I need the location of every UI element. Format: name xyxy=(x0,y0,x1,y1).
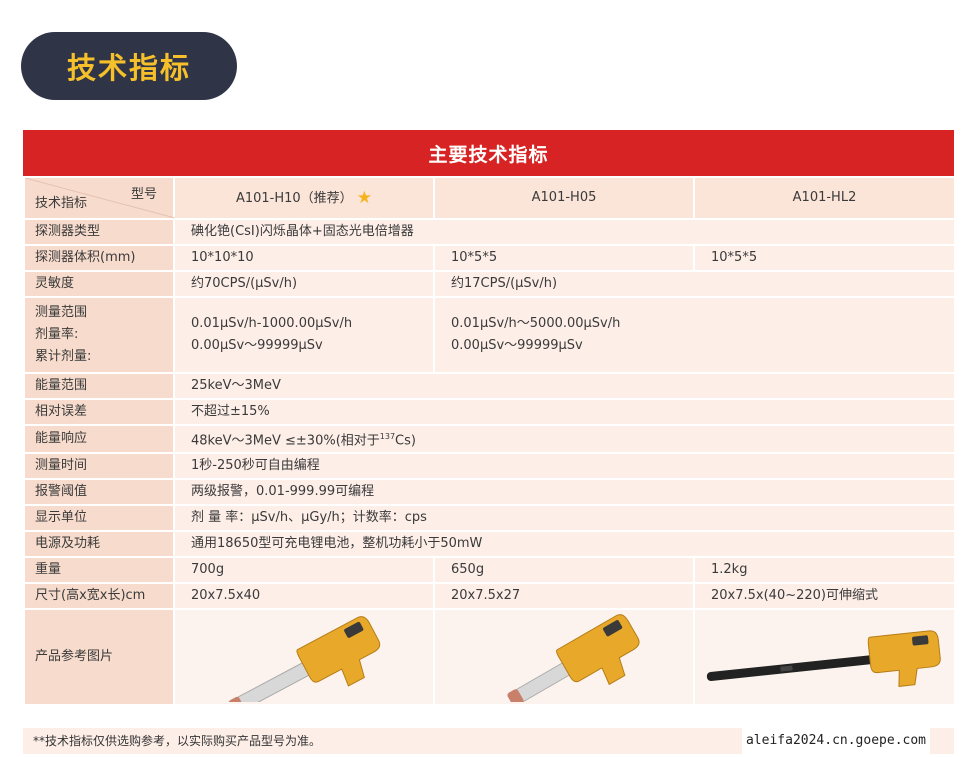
table-row: 尺寸(高x宽x长)cm 20x7.5x40 20x7.5x27 20x7.5x(… xyxy=(23,582,956,611)
row-value: 650g xyxy=(433,556,695,585)
table-row: 探测器类型 碘化铯(CsI)闪烁晶体+固态光电倍增器 xyxy=(23,218,956,246)
detector-h10-image xyxy=(228,616,381,703)
row-value: 1.2kg xyxy=(693,556,956,585)
table-row: 测量时间 1秒-250秒可自由编程 xyxy=(23,452,956,481)
model-hl2: A101-HL2 xyxy=(693,176,956,220)
row-label: 显示单位 xyxy=(23,504,175,533)
corner-top-label: 型号 xyxy=(130,187,157,202)
row-value: 10*10*10 xyxy=(173,244,435,272)
row-label: 尺寸(高x宽x长)cm xyxy=(23,582,175,611)
product-image-h05 xyxy=(433,608,695,707)
corner-cell: 型号 技术指标 xyxy=(23,176,175,220)
table-row: 产品参考图片 xyxy=(23,608,956,707)
row-label: 探测器体积(mm) xyxy=(23,244,175,272)
footer-bar: **技术指标仅供选购参考，以实际购买产品型号为准。 aleifa2024.cn.… xyxy=(23,728,954,754)
table-row: 灵敏度 约70CPS/(μSv/h) 约17CPS/(μSv/h) xyxy=(23,270,956,298)
table-row: 电源及功耗 通用18650型可充电锂电池，整机功耗小于50mW xyxy=(23,530,956,559)
row-label: 测量范围 剂量率: 累计剂量: xyxy=(23,296,175,374)
table-title: 主要技术指标 xyxy=(23,130,954,176)
model-h10: A101-H10（推荐） ★ xyxy=(173,176,435,220)
row-value: 约70CPS/(μSv/h) xyxy=(173,270,435,298)
table-row: 重量 700g 650g 1.2kg xyxy=(23,556,956,585)
row-value: 剂 量 率：μSv/h、μGy/h；计数率：cps xyxy=(173,504,956,533)
row-label: 测量时间 xyxy=(23,452,175,481)
table-row: 探测器体积(mm) 10*10*10 10*5*5 10*5*5 xyxy=(23,244,956,272)
row-label: 探测器类型 xyxy=(23,218,175,246)
detector-hl2-image xyxy=(706,630,941,688)
row-label: 灵敏度 xyxy=(23,270,175,298)
row-value: 0.01μSv/h-1000.00μSv/h 0.00μSv～99999μSv xyxy=(173,296,435,374)
row-value: 0.01μSv/h～5000.00μSv/h 0.00μSv～99999μSv xyxy=(433,296,956,374)
row-value: 48keV～3MeV ≤±30%(相对于137Cs) xyxy=(173,423,956,455)
header-row: 型号 技术指标 A101-H10（推荐） ★ A101-H05 A101-HL2 xyxy=(23,176,956,220)
table-row: 报警阈值 两级报警，0.01-999.99可编程 xyxy=(23,478,956,507)
row-value: 1秒-250秒可自由编程 xyxy=(173,452,956,481)
row-label: 电源及功耗 xyxy=(23,530,175,559)
row-label: 报警阈值 xyxy=(23,478,175,507)
table-row: 能量响应 48keV～3MeV ≤±30%(相对于137Cs) xyxy=(23,423,956,455)
row-label: 能量响应 xyxy=(23,423,175,455)
detector-h05-image xyxy=(507,614,640,703)
table-row: 能量范围 25keV～3MeV xyxy=(23,372,956,400)
row-label: 相对误差 xyxy=(23,398,175,426)
row-label: 重量 xyxy=(23,556,175,585)
table-row: 显示单位 剂 量 率：μSv/h、μGy/h；计数率：cps xyxy=(23,504,956,533)
footer-note: **技术指标仅供选购参考，以实际购买产品型号为准。 xyxy=(33,734,322,748)
row-value: 约17CPS/(μSv/h) xyxy=(433,270,956,298)
row-label: 产品参考图片 xyxy=(23,608,175,707)
row-value: 700g xyxy=(173,556,435,585)
product-image-h10 xyxy=(173,608,435,707)
row-value: 碘化铯(CsI)闪烁晶体+固态光电倍增器 xyxy=(173,218,956,246)
section-title: 技术指标 xyxy=(66,51,191,85)
model-h05: A101-H05 xyxy=(433,176,695,220)
corner-bottom-label: 技术指标 xyxy=(35,196,88,211)
row-value: 25keV～3MeV xyxy=(173,372,956,400)
row-value: 通用18650型可充电锂电池，整机功耗小于50mW xyxy=(173,530,956,559)
star-icon: ★ xyxy=(356,187,373,208)
row-label: 能量范围 xyxy=(23,372,175,400)
row-value: 10*5*5 xyxy=(433,244,695,272)
row-value: 20x7.5x27 xyxy=(433,582,695,611)
table-row: 相对误差 不超过±15% xyxy=(23,398,956,426)
watermark: aleifa2024.cn.goepe.com xyxy=(741,728,930,754)
row-value: 不超过±15% xyxy=(173,398,956,426)
row-value: 20x7.5x(40~220)可伸缩式 xyxy=(693,582,956,611)
product-image-hl2 xyxy=(693,608,956,707)
table-row: 测量范围 剂量率: 累计剂量: 0.01μSv/h-1000.00μSv/h 0… xyxy=(23,296,956,374)
row-value: 10*5*5 xyxy=(693,244,956,272)
row-value: 两级报警，0.01-999.99可编程 xyxy=(173,478,956,507)
row-value: 20x7.5x40 xyxy=(173,582,435,611)
section-badge: 技术指标 xyxy=(21,32,237,100)
spec-table: 主要技术指标 型号 技术指标 A101-H10（推荐） ★ A101-H05 A… xyxy=(23,130,956,707)
